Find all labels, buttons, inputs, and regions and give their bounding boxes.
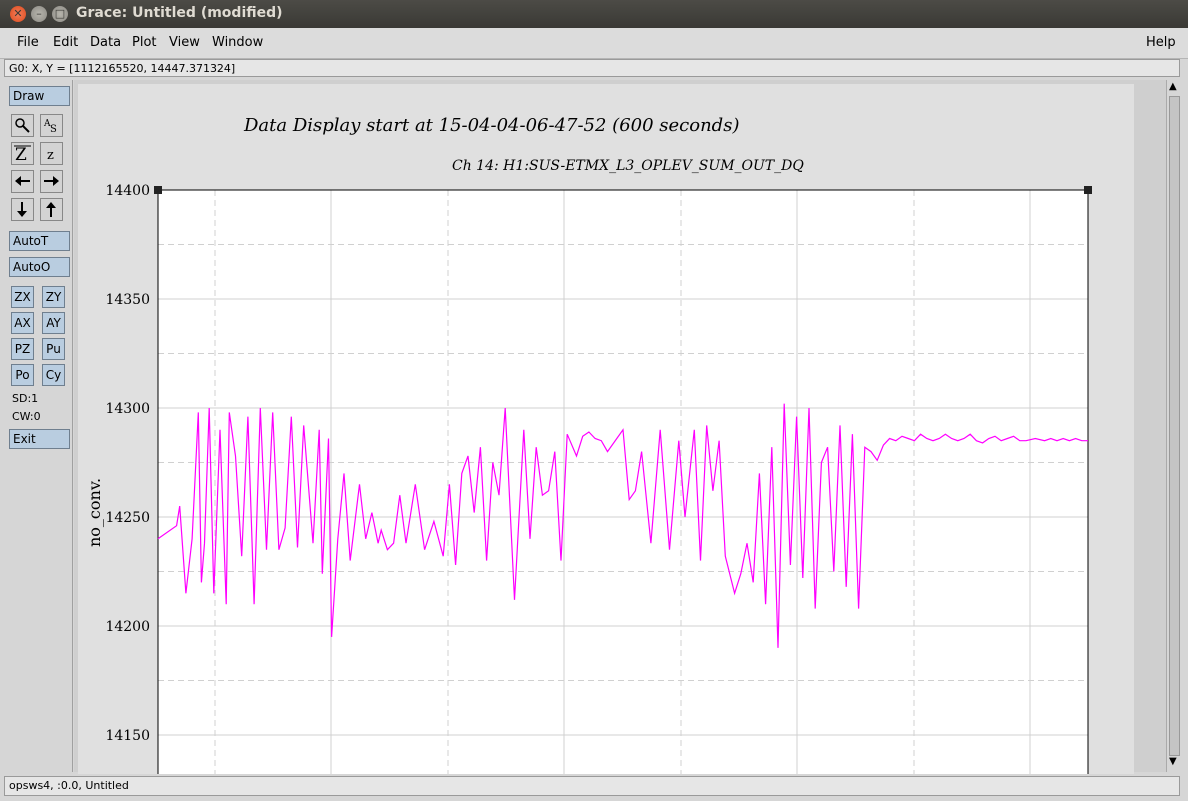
plot-canvas[interactable]: Data Display start at 15-04-04-06-47-52 …: [74, 80, 1166, 784]
arrow-down-icon: [17, 202, 27, 217]
plot-page: Data Display start at 15-04-04-06-47-52 …: [78, 84, 1134, 784]
minimize-window-button[interactable]: –: [31, 6, 47, 22]
close-window-button[interactable]: ✕: [10, 6, 26, 22]
cy-button[interactable]: Cy: [42, 364, 65, 386]
po-button[interactable]: Po: [11, 364, 34, 386]
scroll-down-button[interactable]: [11, 198, 34, 221]
scrollbar-thumb[interactable]: [1169, 96, 1180, 756]
y-tick-label: 14250: [105, 510, 150, 526]
menu-window[interactable]: Window: [212, 35, 263, 50]
scroll-up-arrow-icon[interactable]: ▲: [1169, 81, 1177, 92]
zy-button[interactable]: ZY: [42, 286, 65, 308]
locator-readout: G0: X, Y = [1112165520, 14447.371324]: [4, 59, 1180, 77]
title-bar: ✕ – □ Grace: Untitled (modified): [0, 0, 1188, 28]
window-title: Grace: Untitled (modified): [76, 5, 283, 21]
tool-panel: Draw AS Z z AutoT AutoO ZX ZY AX AY PZ P…: [4, 80, 73, 772]
line-chart: Data Display start at 15-04-04-06-47-52 …: [85, 115, 1092, 784]
y-tick-label: 14200: [105, 619, 150, 635]
scroll-down-arrow-icon[interactable]: ▼: [1169, 756, 1177, 767]
stack-depth-label: SD:1: [12, 392, 39, 405]
status-bar: opsws4, :0.0, Untitled: [4, 776, 1180, 796]
y-tick-label: 14350: [105, 292, 150, 308]
zoom-out-button[interactable]: z: [40, 142, 63, 165]
chart-title: Data Display start at 15-04-04-06-47-52 …: [243, 115, 739, 136]
pz-button[interactable]: PZ: [11, 338, 34, 360]
zx-button[interactable]: ZX: [11, 286, 34, 308]
ax-button[interactable]: AX: [11, 312, 34, 334]
arrow-right-icon: [44, 176, 59, 186]
y-tick-label: 14150: [105, 728, 150, 744]
menu-file[interactable]: File: [17, 35, 39, 50]
ay-button[interactable]: AY: [42, 312, 65, 334]
plot-background: [158, 190, 1088, 784]
menu-edit[interactable]: Edit: [53, 35, 78, 50]
menu-help[interactable]: Help: [1146, 35, 1176, 50]
autoscale-tick-button[interactable]: AutoT: [9, 231, 70, 251]
y-tick-label: 14400: [105, 183, 150, 199]
zoom-out-icon: z: [47, 148, 54, 163]
zoom-in-icon: Z: [14, 145, 31, 165]
zoom-button[interactable]: [11, 114, 34, 137]
pu-button[interactable]: Pu: [42, 338, 65, 360]
exit-button[interactable]: Exit: [9, 429, 70, 449]
scroll-up-button[interactable]: [40, 198, 63, 221]
svg-text:z: z: [47, 148, 54, 163]
zoom-in-button[interactable]: Z: [11, 142, 34, 165]
autoscale-on-button[interactable]: AutoO: [9, 257, 70, 277]
menu-bar: File Edit Data Plot View Window Help: [0, 28, 1188, 59]
current-world-label: CW:0: [12, 410, 41, 423]
selection-handle[interactable]: [154, 186, 162, 194]
vertical-scrollbar[interactable]: ▲ ▼: [1166, 80, 1183, 772]
text-zoom-button[interactable]: AS: [40, 114, 63, 137]
chart-subtitle: Ch 14: H1:SUS-ETMX_L3_OPLEV_SUM_OUT_DQ: [452, 158, 804, 174]
menu-plot[interactable]: Plot: [132, 35, 157, 50]
menu-view[interactable]: View: [169, 35, 200, 50]
selection-handle[interactable]: [1084, 186, 1092, 194]
svg-text:S: S: [50, 124, 57, 135]
scroll-left-button[interactable]: [11, 170, 34, 193]
svg-text:Z: Z: [15, 145, 27, 164]
y-tick-label: 14300: [105, 401, 150, 417]
maximize-window-button[interactable]: □: [52, 6, 68, 22]
text-scale-icon: AS: [43, 119, 57, 135]
scroll-right-button[interactable]: [40, 170, 63, 193]
arrow-left-icon: [15, 176, 30, 186]
draw-button[interactable]: Draw: [9, 86, 70, 106]
magnifier-icon: [15, 118, 30, 133]
arrow-up-icon: [46, 202, 56, 217]
menu-data[interactable]: Data: [90, 35, 121, 50]
y-axis-label: no_conv.: [85, 478, 104, 547]
